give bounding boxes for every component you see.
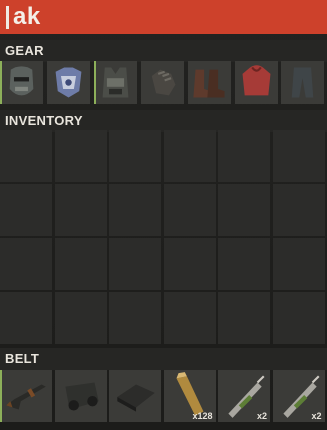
item-quantity: x128 [192, 411, 213, 421]
belt-slot[interactable] [109, 370, 161, 422]
inventory-slot[interactable] [54, 130, 107, 182]
car-part-icon [55, 370, 107, 422]
gear-slot[interactable] [46, 61, 90, 104]
gear-slot[interactable] [140, 61, 184, 104]
hoodie-icon [235, 61, 278, 104]
inventory-slot[interactable] [0, 292, 52, 344]
inventory-slot[interactable] [54, 238, 107, 290]
inventory-slot[interactable] [0, 238, 52, 290]
item-quantity: x2 [256, 411, 267, 421]
belt-label: BELT [5, 351, 40, 366]
gear-slot[interactable] [0, 61, 43, 104]
inventory-slot[interactable] [163, 130, 216, 182]
inventory-panel: ak GEAR INVENTORY BELT x128 x2 x2 [0, 0, 327, 430]
text-cursor [6, 6, 9, 29]
belt-slot[interactable]: x2 [272, 370, 325, 422]
item-quantity: x2 [311, 411, 322, 421]
inventory-slot[interactable] [109, 184, 161, 236]
inventory-slot[interactable] [163, 184, 216, 236]
belt-slot[interactable]: x128 [163, 370, 216, 422]
inventory-slot[interactable] [0, 130, 52, 182]
gear-row [0, 61, 327, 106]
gear-slot[interactable] [281, 61, 325, 104]
inventory-slot[interactable] [163, 292, 216, 344]
c4-block-icon [109, 370, 161, 422]
inventory-slot[interactable] [218, 238, 270, 290]
inventory-slot[interactable] [109, 130, 161, 182]
inventory-grid [0, 130, 327, 345]
gear-slot[interactable] [93, 61, 137, 104]
gear-header [0, 40, 327, 62]
pants-icon [281, 61, 324, 104]
inventory-slot[interactable] [218, 292, 270, 344]
inventory-slot[interactable] [0, 184, 52, 236]
gear-slot[interactable] [234, 61, 278, 104]
metal-facemask-icon [0, 61, 43, 104]
inventory-slot[interactable] [272, 130, 325, 182]
inventory-slot[interactable] [54, 292, 107, 344]
search-value: ak [13, 3, 41, 30]
inventory-slot[interactable] [54, 184, 107, 236]
gear-label: GEAR [5, 43, 44, 58]
inventory-slot[interactable] [272, 184, 325, 236]
inventory-slot[interactable] [109, 238, 161, 290]
inventory-slot[interactable] [163, 238, 216, 290]
inventory-slot[interactable] [218, 184, 270, 236]
boots-icon [188, 61, 231, 104]
gloves-icon [141, 61, 184, 104]
belt-slot[interactable] [54, 370, 107, 422]
gear-slot[interactable] [187, 61, 231, 104]
inventory-slot[interactable] [218, 130, 270, 182]
belt-slot[interactable]: x2 [218, 370, 270, 422]
belt-row: x128 x2 x2 [0, 370, 327, 422]
inventory-slot[interactable] [272, 238, 325, 290]
inventory-slot[interactable] [272, 292, 325, 344]
assault-rifle-icon [0, 370, 52, 422]
belt-slot[interactable] [0, 370, 52, 422]
roadsign-vest-icon [94, 61, 137, 104]
belt-header [0, 348, 327, 370]
search-input[interactable]: ak [0, 0, 327, 34]
inventory-label: INVENTORY [5, 113, 83, 128]
inventory-slot[interactable] [109, 292, 161, 344]
metal-chestplate-icon [47, 61, 90, 104]
